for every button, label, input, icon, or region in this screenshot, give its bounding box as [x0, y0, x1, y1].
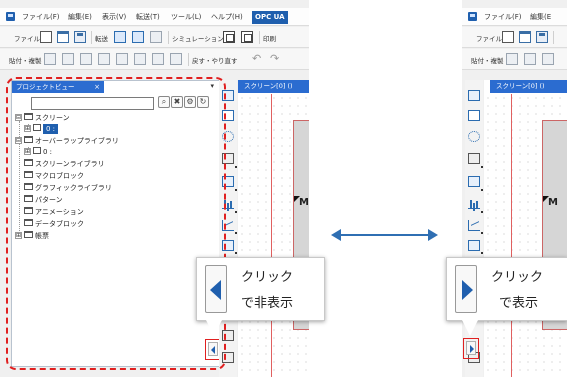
submenu-dot	[235, 166, 237, 168]
expand-button-highlight	[463, 338, 479, 359]
menu-opcua[interactable]: OPC UA	[252, 11, 288, 24]
toolbar-separator	[168, 31, 169, 44]
menu-view[interactable]: 表示(V)	[102, 12, 126, 22]
open-folder-icon[interactable]	[519, 31, 531, 43]
app-logo-icon	[468, 12, 477, 21]
submenu-dot	[481, 232, 483, 234]
canvas-marker-text: M	[548, 197, 558, 208]
delete-icon[interactable]	[170, 53, 182, 65]
panel-highlight-frame	[6, 77, 226, 370]
transfer-upload-icon[interactable]	[132, 31, 144, 43]
screen-boundary-line	[511, 94, 512, 377]
grid-copy-icon[interactable]	[80, 53, 92, 65]
line-graph-icon[interactable]	[468, 220, 480, 231]
rectangle-icon[interactable]	[468, 110, 480, 121]
menu-file[interactable]: ファイル(F)	[484, 12, 522, 22]
menu-help[interactable]: ヘルプ(H)	[211, 12, 243, 22]
screen-tab[interactable]: スクリーン[0] ()	[238, 80, 309, 93]
submenu-dot	[235, 189, 237, 191]
select-icon[interactable]	[152, 53, 164, 65]
simulation-online-icon[interactable]	[241, 31, 253, 43]
simulation-start-icon[interactable]	[223, 31, 235, 43]
submenu-dot	[235, 211, 237, 213]
toolbar-file-label: ファイル	[14, 35, 40, 43]
submenu-dot	[481, 189, 483, 191]
copy-icon[interactable]	[524, 53, 536, 65]
submenu-dot	[235, 252, 237, 254]
toolbar-simulation-label: シミュレーション	[172, 35, 224, 43]
toolbar-separator	[259, 31, 260, 44]
menu-edit[interactable]: 編集(E)	[68, 12, 92, 22]
main-toolbar: ファイル	[462, 27, 567, 48]
paste-icon[interactable]	[44, 53, 56, 65]
hide-callout-line2: で非表示	[241, 296, 294, 311]
edit-toolbar: 貼付・複製 戻す・やり直す ↶ ↷	[0, 49, 309, 70]
show-button-enlarged	[455, 265, 477, 313]
cut-icon[interactable]	[98, 53, 110, 65]
submenu-dot	[481, 211, 483, 213]
save-icon[interactable]	[536, 31, 548, 43]
menu-tool[interactable]: ツール(L)	[171, 12, 201, 22]
paste-icon[interactable]	[506, 53, 518, 65]
menu-transfer[interactable]: 転送(T)	[136, 12, 160, 22]
arrow-right-head	[428, 229, 438, 241]
transfer-device-icon[interactable]	[150, 31, 162, 43]
callout-tail	[462, 320, 478, 336]
double-arrow-line	[338, 234, 430, 236]
new-file-icon[interactable]	[40, 31, 52, 43]
toolbar-file-label: ファイル	[476, 35, 502, 43]
toolbar-undo-label: 戻す・やり直す	[192, 57, 238, 65]
submenu-dot	[481, 166, 483, 168]
hide-button-enlarged	[205, 265, 227, 313]
transfer-download-icon[interactable]	[114, 31, 126, 43]
main-toolbar: ファイル 転送 シミュレーション 印刷	[0, 27, 309, 48]
screen-edit-area: スクリーン[0] () M	[238, 80, 309, 377]
toolbar-print-label: 印刷	[263, 35, 276, 43]
copy-icon[interactable]	[62, 53, 74, 65]
menu-bar: ファイル(F) 編集(E) 表示(V) 転送(T) ツール(L) ヘルプ(H) …	[0, 8, 309, 26]
app-logo-icon	[6, 12, 15, 21]
menu-bar: ファイル(F) 編集(E	[462, 8, 567, 26]
arrow-left-head	[331, 229, 341, 241]
menu-file[interactable]: ファイル(F)	[22, 12, 60, 22]
show-callout: クリック で表示	[446, 257, 567, 321]
right-arrow-icon	[462, 280, 473, 300]
left-arrow-icon	[210, 280, 221, 300]
show-callout-line1: クリック	[491, 270, 544, 285]
bar-graph-icon[interactable]	[468, 198, 480, 209]
screen-tab[interactable]: スクリーン[0] ()	[490, 80, 567, 93]
undo-icon[interactable]: ↶	[252, 52, 261, 65]
hide-callout-line1: クリック	[241, 270, 294, 285]
toolbar-separator	[91, 31, 92, 44]
menu-edit[interactable]: 編集(E	[530, 12, 551, 22]
new-file-icon[interactable]	[502, 31, 514, 43]
toolbar-transfer-label: 転送	[95, 35, 108, 43]
switch-icon[interactable]	[468, 90, 480, 101]
callout-tail	[206, 320, 222, 336]
toolbar-paste-label: 貼付・複製	[471, 57, 504, 65]
paste2-icon[interactable]	[134, 53, 146, 65]
lamp-icon[interactable]	[468, 131, 480, 142]
submenu-dot	[235, 232, 237, 234]
open-folder-icon[interactable]	[57, 31, 69, 43]
toolbar-separator	[553, 31, 554, 44]
keypad-icon[interactable]	[468, 176, 480, 187]
redo-icon[interactable]: ↷	[270, 52, 279, 65]
copy2-icon[interactable]	[116, 53, 128, 65]
edit-toolbar: 貼付・複製	[462, 49, 567, 70]
show-callout-line2: で表示	[499, 296, 539, 311]
meter-icon[interactable]	[468, 240, 480, 251]
hide-callout: クリック で非表示	[196, 257, 325, 321]
submenu-dot	[481, 252, 483, 254]
toolbar-paste-label: 貼付・複製	[9, 57, 42, 65]
image-icon[interactable]	[468, 153, 480, 164]
screen-edit-area: スクリーン[0] () M	[484, 80, 567, 377]
canvas-marker-text: M	[299, 197, 309, 208]
toolbar-separator	[188, 53, 189, 66]
grid-copy-icon[interactable]	[542, 53, 554, 65]
screen-boundary-line	[271, 94, 272, 377]
save-icon[interactable]	[74, 31, 86, 43]
